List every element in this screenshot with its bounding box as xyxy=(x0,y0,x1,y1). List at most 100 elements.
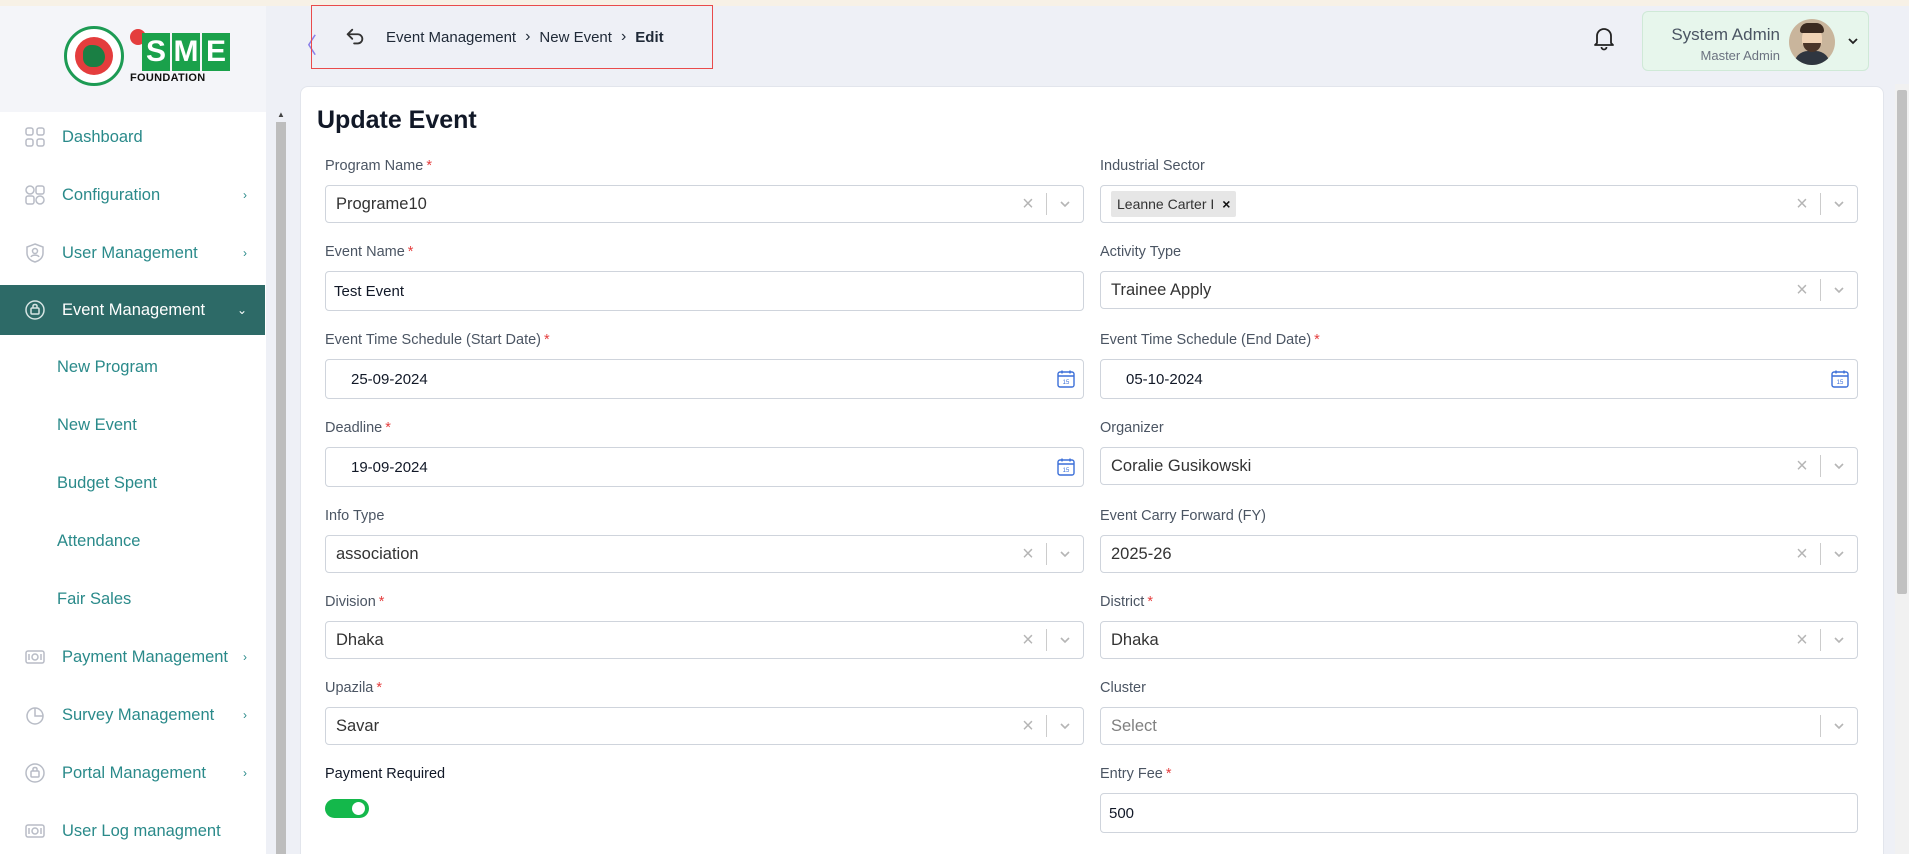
sidebar-item-event-management[interactable]: Event Management ⌄ xyxy=(0,285,265,335)
clear-icon[interactable]: × xyxy=(1784,455,1820,478)
carry-forward-select[interactable]: 2025-26 × xyxy=(1100,535,1858,573)
sidebar-subitem-new-event[interactable]: New Event xyxy=(0,400,265,450)
start-date-picker[interactable]: 25-09-2024 15 xyxy=(325,359,1084,399)
sidebar-item-payment-management[interactable]: Payment Management › xyxy=(0,632,265,682)
chevron-down-icon[interactable] xyxy=(1821,197,1857,211)
sidebar-scrollbar[interactable]: ▲ xyxy=(276,106,286,854)
calendar-icon[interactable]: 15 xyxy=(1055,456,1077,478)
sidebar-item-label: Portal Management xyxy=(62,763,206,782)
sidebar-item-survey-management[interactable]: Survey Management › xyxy=(0,690,265,740)
chevron-down-icon[interactable] xyxy=(1821,633,1857,647)
clear-icon[interactable]: × xyxy=(1784,543,1820,566)
scroll-up-icon[interactable]: ▲ xyxy=(277,110,285,119)
activity-type-select[interactable]: Trainee Apply × xyxy=(1100,271,1858,309)
user-shield-icon xyxy=(24,242,46,264)
clear-icon[interactable]: × xyxy=(1010,629,1046,652)
breadcrumb-new-event[interactable]: New Event xyxy=(539,29,612,46)
district-select[interactable]: Dhaka × xyxy=(1100,621,1858,659)
start-date-label: Event Time Schedule (Start Date) * xyxy=(325,332,550,348)
sidebar-subitem-label: New Event xyxy=(57,415,137,434)
calendar-icon[interactable]: 15 xyxy=(1055,368,1077,390)
carry-forward-label: Event Carry Forward (FY) xyxy=(1100,508,1266,524)
entry-fee-field[interactable] xyxy=(1100,793,1858,833)
chevron-down-icon[interactable] xyxy=(1047,633,1083,647)
sidebar-item-portal-management[interactable]: Portal Management › xyxy=(0,748,265,798)
end-date-value: 05-10-2024 xyxy=(1126,370,1203,388)
carry-forward-value: 2025-26 xyxy=(1111,544,1172,563)
sidebar-item-dashboard[interactable]: Dashboard xyxy=(0,112,265,162)
breadcrumb: Event Management › New Event › Edit xyxy=(311,5,713,69)
info-type-select[interactable]: association × xyxy=(325,535,1084,573)
event-name-field[interactable] xyxy=(325,271,1084,311)
calendar-icon[interactable]: 15 xyxy=(1829,368,1851,390)
sidebar-scroll-thumb[interactable] xyxy=(276,122,286,854)
main-scroll-thumb[interactable] xyxy=(1897,90,1907,594)
division-select[interactable]: Dhaka × xyxy=(325,621,1084,659)
tag-remove-icon[interactable]: × xyxy=(1222,196,1230,212)
sidebar-subitem-label: Attendance xyxy=(57,531,141,550)
back-icon[interactable] xyxy=(344,26,366,48)
sidebar-subitem-budget-spent[interactable]: Budget Spent xyxy=(0,458,265,508)
breadcrumb-event-management[interactable]: Event Management xyxy=(386,29,516,46)
chevron-down-icon: ⌄ xyxy=(236,303,247,317)
sidebar-subitem-fair-sales[interactable]: Fair Sales xyxy=(0,574,265,624)
toggle-knob xyxy=(352,802,365,815)
pie-chart-icon xyxy=(24,704,46,726)
sidebar-menu: Dashboard Configuration › User Managemen… xyxy=(0,112,266,854)
clear-icon[interactable]: × xyxy=(1784,629,1820,652)
chevron-down-icon[interactable] xyxy=(1047,197,1083,211)
clear-icon[interactable]: × xyxy=(1784,279,1820,302)
sidebar: S M E FOUNDATION Dashboard Configuration… xyxy=(0,6,266,854)
chevron-down-icon[interactable] xyxy=(1821,283,1857,297)
district-label: District * xyxy=(1100,594,1153,610)
chevron-down-icon[interactable] xyxy=(1821,547,1857,561)
clear-icon[interactable]: × xyxy=(1010,543,1046,566)
cluster-label: Cluster xyxy=(1100,680,1146,696)
organizer-value: Coralie Gusikowski xyxy=(1111,456,1252,475)
sidebar-subitem-attendance[interactable]: Attendance xyxy=(0,516,265,566)
sidebar-subitem-new-program[interactable]: New Program xyxy=(0,342,265,392)
sidebar-item-label: User Log managment xyxy=(62,821,221,840)
deadline-picker[interactable]: 19-09-2024 15 xyxy=(325,447,1084,487)
sidebar-item-configuration[interactable]: Configuration › xyxy=(0,170,265,220)
brand-logo[interactable]: S M E FOUNDATION xyxy=(0,6,266,106)
organizer-select[interactable]: Coralie Gusikowski × xyxy=(1100,447,1858,485)
cluster-select[interactable]: Select xyxy=(1100,707,1858,745)
end-date-picker[interactable]: 05-10-2024 15 xyxy=(1100,359,1858,399)
chevron-right-icon: › xyxy=(243,650,247,664)
user-role: Master Admin xyxy=(1700,48,1780,63)
chevron-down-icon[interactable] xyxy=(1821,459,1857,473)
bell-icon[interactable] xyxy=(1592,25,1616,51)
user-profile-menu[interactable]: System Admin Master Admin xyxy=(1642,11,1869,71)
program-name-select[interactable]: Programe10 × xyxy=(325,185,1084,223)
clear-icon[interactable]: × xyxy=(1010,715,1046,738)
clear-icon[interactable]: × xyxy=(1010,193,1046,216)
chevron-down-icon[interactable] xyxy=(1821,719,1857,733)
logo-letter-e: E xyxy=(202,32,230,71)
upazila-select[interactable]: Savar × xyxy=(325,707,1084,745)
grid-icon xyxy=(24,126,46,148)
sidebar-item-label: Survey Management xyxy=(62,705,215,724)
info-type-label: Info Type xyxy=(325,508,385,524)
program-name-label: Program Name * xyxy=(325,158,432,174)
emblem-icon xyxy=(64,26,124,86)
main-scrollbar[interactable] xyxy=(1895,84,1909,854)
log-icon xyxy=(24,820,46,842)
chevron-down-icon[interactable] xyxy=(1047,547,1083,561)
logo-subtitle: FOUNDATION xyxy=(130,71,206,84)
chevron-right-icon: › xyxy=(243,246,247,260)
payment-required-toggle[interactable] xyxy=(325,799,369,818)
division-value: Dhaka xyxy=(336,630,384,649)
deadline-label: Deadline * xyxy=(325,420,391,436)
industrial-sector-select[interactable]: Leanne Carter I × × xyxy=(1100,185,1858,223)
chevron-down-icon[interactable] xyxy=(1047,719,1083,733)
payment-required-label: Payment Required xyxy=(325,766,446,782)
deadline-value: 19-09-2024 xyxy=(351,458,428,476)
upazila-label: Upazila * xyxy=(325,680,383,696)
program-name-value: Programe10 xyxy=(336,194,427,213)
page-title: Update Event xyxy=(317,106,477,134)
sidebar-item-user-management[interactable]: User Management › xyxy=(0,228,265,278)
clear-icon[interactable]: × xyxy=(1784,193,1820,216)
sidebar-item-user-log[interactable]: User Log managment xyxy=(0,806,265,854)
cash-icon xyxy=(24,646,46,668)
